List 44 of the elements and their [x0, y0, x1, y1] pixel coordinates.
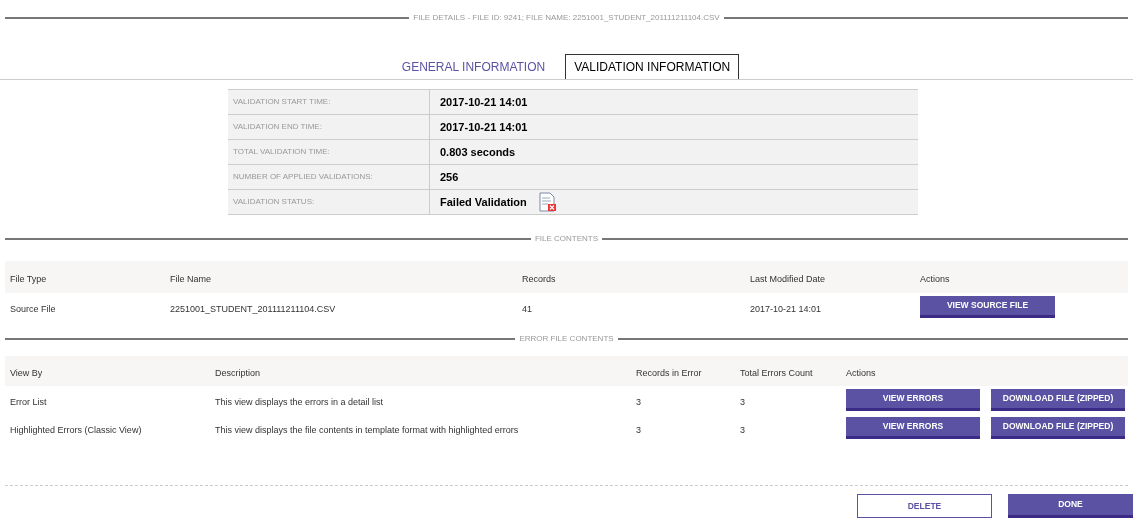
action-button[interactable]: DOWNLOAD FILE (ZIPPED) — [991, 417, 1125, 439]
action-button[interactable]: VIEW ERRORS — [846, 389, 980, 411]
table-cell: 3 — [740, 425, 745, 435]
field-value: Failed Validation — [440, 194, 527, 210]
column-header: Records in Error — [636, 368, 702, 378]
column-header: View By — [10, 368, 43, 378]
table-cell: 41 — [522, 304, 532, 314]
column-header: Actions — [920, 274, 950, 284]
field-label: VALIDATION END TIME: — [233, 121, 322, 133]
field-label: VALIDATION START TIME: — [233, 96, 331, 108]
table-cell: Highlighted Errors (Classic View) — [10, 425, 142, 435]
done-button[interactable]: DONE — [1008, 494, 1133, 518]
table-cell: 3 — [636, 425, 641, 435]
table-cell: Error List — [10, 397, 47, 407]
field-label: VALIDATION STATUS: — [233, 196, 315, 208]
column-header: Description — [215, 368, 261, 378]
column-header: File Type — [10, 274, 47, 284]
table-cell: This view displays the file contents in template format with highlighted errors — [215, 425, 519, 435]
table-cell: 2251001_STUDENT_201111211104.CSV — [170, 304, 336, 314]
section-title: ERROR FILE CONTENTS — [519, 333, 614, 345]
field-value: 0.803 seconds — [440, 144, 516, 160]
column-header: Last Modified Date — [750, 274, 826, 284]
action-button[interactable]: VIEW ERRORS — [846, 417, 980, 439]
column-header: Total Errors Count — [740, 368, 813, 378]
column-header: File Name — [170, 274, 211, 284]
column-header: Records — [522, 274, 556, 284]
table-cell: 3 — [740, 397, 745, 407]
delete-button[interactable]: DELETE — [857, 494, 992, 518]
field-value: 256 — [440, 169, 459, 185]
tab[interactable]: VALIDATION INFORMATION — [565, 54, 740, 79]
tab[interactable]: GENERAL INFORMATION — [393, 54, 554, 79]
action-button[interactable]: DOWNLOAD FILE (ZIPPED) — [991, 389, 1125, 411]
action-button[interactable]: VIEW SOURCE FILE — [920, 296, 1055, 318]
column-header: Actions — [846, 368, 876, 378]
field-label: NUMBER OF APPLIED VALIDATIONS: — [233, 171, 373, 183]
section-title: FILE CONTENTS — [534, 233, 599, 245]
table-cell: 3 — [636, 397, 641, 407]
field-label: TOTAL VALIDATION TIME: — [233, 146, 330, 158]
table-cell: Source File — [10, 304, 56, 314]
field-value: 2017-10-21 14:01 — [440, 94, 528, 110]
section-title: FILE DETAILS - FILE ID: 9241; FILE NAME: 2251001_STUDENT_201111211104.CSV — [413, 12, 720, 24]
table-cell: This view displays the errors in a detail list — [215, 397, 384, 407]
table-cell: 2017-10-21 14:01 — [750, 304, 822, 314]
field-value: 2017-10-21 14:01 — [440, 119, 528, 135]
